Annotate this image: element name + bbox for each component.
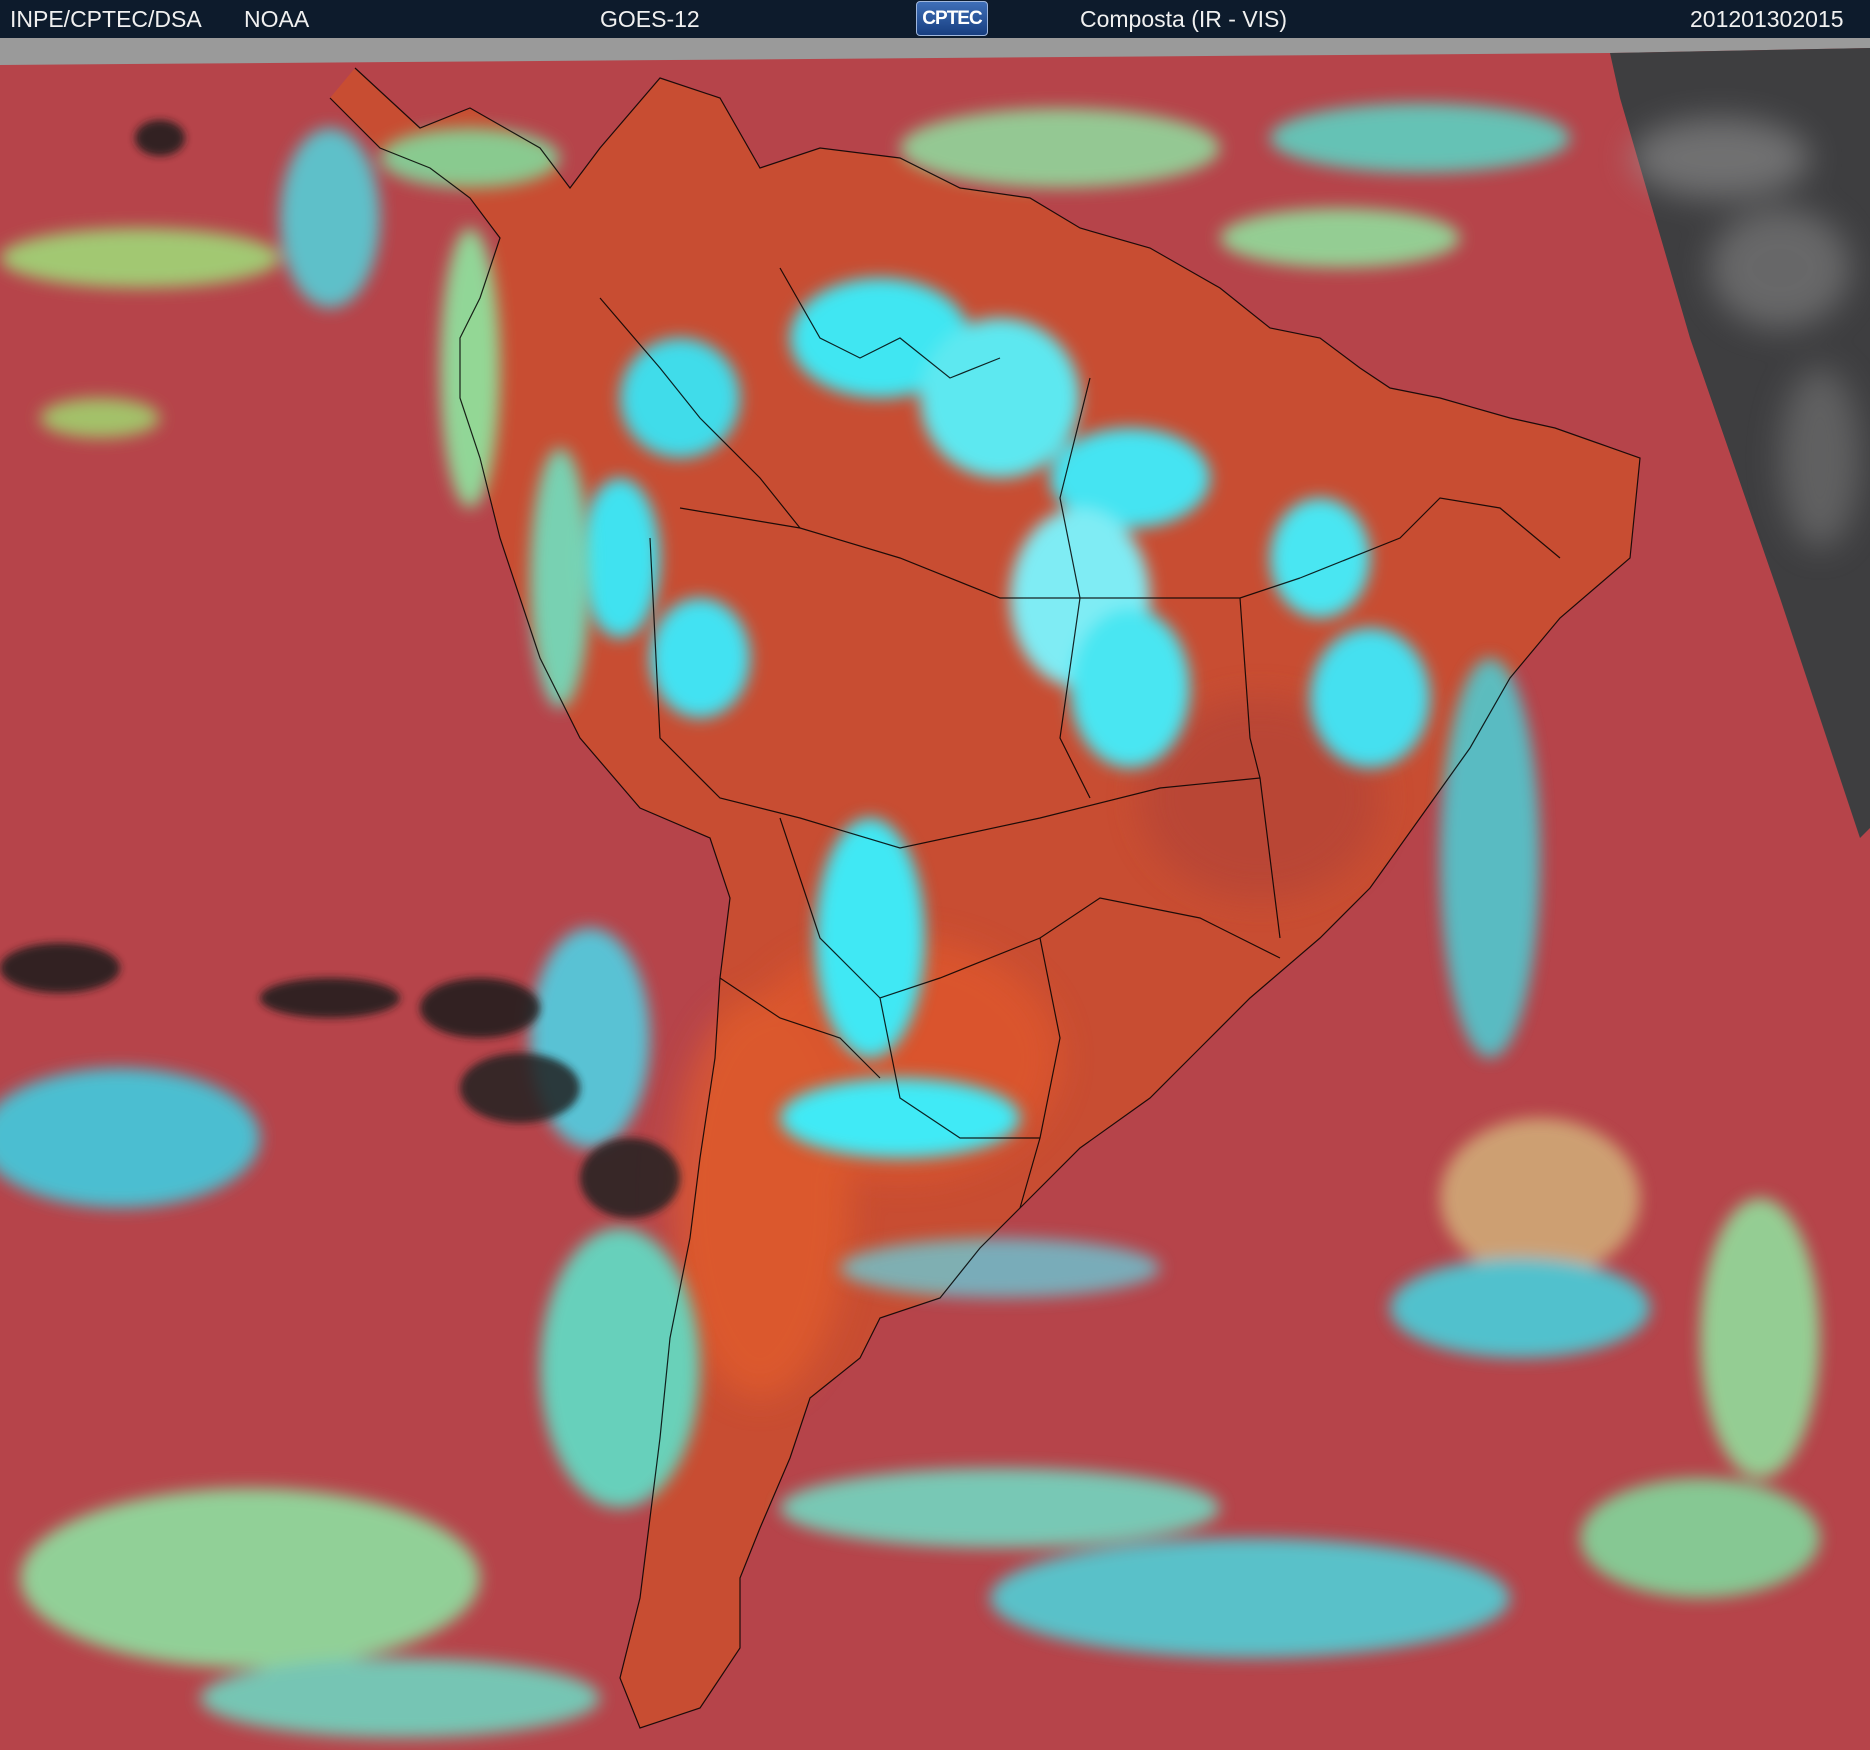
cptec-logo: CPTEC bbox=[916, 1, 988, 36]
image-header: INPE/CPTEC/DSA NOAA GOES-12 CPTEC Compos… bbox=[0, 0, 1870, 38]
product-label: Composta (IR - VIS) bbox=[1080, 6, 1288, 32]
satellite-composite-map bbox=[0, 38, 1870, 1750]
satellite-label: GOES-12 bbox=[600, 6, 700, 32]
agency-label: INPE/CPTEC/DSA bbox=[10, 6, 202, 32]
provider-label: NOAA bbox=[244, 6, 310, 32]
timestamp-label: 201201302015 bbox=[1690, 6, 1844, 32]
